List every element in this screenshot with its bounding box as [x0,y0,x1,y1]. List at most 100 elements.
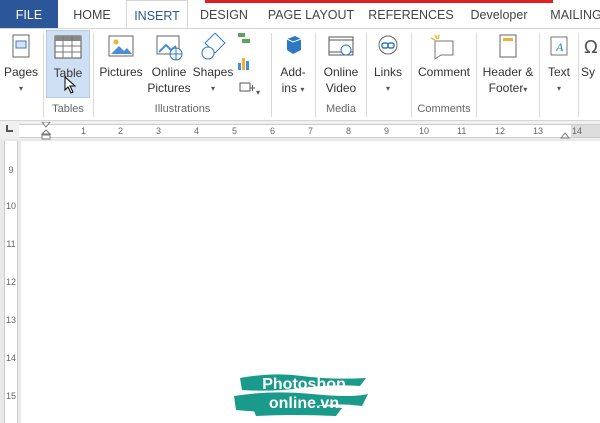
tab-references[interactable]: REFERENCES [368,0,454,28]
header-footer-label-1: Header & [482,65,534,79]
chart-icon [238,58,249,70]
shapes-icon [201,32,226,60]
ruler-tick: 10 [5,201,16,211]
group-label-illustrations: Illustrations [154,103,211,115]
comment-label: Comment [417,65,470,79]
table-button[interactable]: Table [46,30,90,98]
separator [578,33,579,117]
smartart-button[interactable] [236,31,252,49]
tab-design[interactable]: DESIGN [195,0,253,28]
separator [366,33,367,117]
tab-home[interactable]: HOME [62,0,122,28]
ruler-tick: 9 [8,165,14,175]
smartart-icon [238,33,250,43]
header-footer-label-2: Footer▾ [479,80,537,98]
ruler-tick: 15 [5,391,16,401]
shapes-button[interactable]: Shapes ▾ [192,31,234,101]
chevron-down-icon: ▾ [523,85,528,94]
logo-line-1: Photoshop [262,376,346,393]
group-label-tables: Tables [52,103,84,115]
ruler-tick: 13 [533,126,544,136]
vertical-ruler[interactable]: 9 10 11 12 13 14 15 [4,141,18,423]
ruler-tick: 5 [232,126,238,136]
add-ins-button[interactable]: Add- ins ▾ [274,31,312,101]
header-footer-icon [499,34,517,58]
horizontal-ruler[interactable]: 1 2 3 4 5 6 7 8 9 10 11 12 13 14 [19,121,600,140]
pages-button[interactable]: Pages ▾ [2,31,40,97]
store-icon [286,36,302,54]
ruler-tick: 2 [118,126,124,136]
table-icon [54,35,82,59]
online-pictures-label-1: Online [151,65,187,79]
tab-insert[interactable]: INSERT [126,0,188,28]
header-footer-label-2-text: Footer [488,81,524,95]
add-ins-label-2-text: ins [281,81,297,95]
ruler-tick: 4 [194,126,200,136]
photoshop-online-logo: Photoshop online.vn [232,372,370,418]
ruler-tick: 10 [419,126,430,136]
chevron-down-icon: ▾ [18,84,23,93]
pages-icon [12,34,30,58]
accent-line [205,0,553,3]
group-label-media: Media [326,103,356,115]
video-icon [328,36,354,56]
pictures-label: Pictures [99,65,143,79]
symbols-button[interactable]: Ω Sy [581,31,600,95]
text-box-icon: A [550,36,568,56]
text-label: Text [547,65,570,79]
separator [93,33,94,117]
chevron-down-icon: ▾ [385,84,390,93]
separator [476,33,477,117]
comment-icon [430,34,454,60]
tab-file[interactable]: FILE [0,0,58,28]
links-button[interactable]: Links ▾ [369,31,407,95]
ribbon-tab-bar: FILE HOME INSERT DESIGN PAGE LAYOUT REFE… [0,0,600,29]
ruler-tick: 13 [5,315,16,325]
separator [539,33,540,117]
right-indent-marker-icon[interactable] [559,128,571,139]
add-ins-label-1: Add- [280,65,306,79]
logo-line-2: online.vn [268,395,340,412]
screenshot-button[interactable]: ▾ [234,79,264,97]
screenshot-icon [239,82,255,92]
online-video-label-1: Online [323,65,359,79]
mouse-cursor-icon [64,76,77,94]
comment-button[interactable]: Comment [414,31,474,87]
ruler-tick: 8 [346,126,352,136]
ruler-tick: 6 [270,126,276,136]
ruler-tick: 12 [495,126,506,136]
ruler-tick: 1 [81,126,87,136]
ruler-tick: 14 [5,353,16,363]
insert-ribbon: Pages ▾ Table Tables Pictures Online Pic… [0,29,600,121]
ruler-tick: 3 [156,126,162,136]
pictures-button[interactable]: Pictures [98,31,144,87]
links-label: Links [373,65,402,79]
svg-text:Ω: Ω [584,37,598,58]
ruler-tick: 9 [384,126,390,136]
header-footer-button[interactable]: Header & Footer▾ [479,31,537,101]
separator [271,33,272,117]
chevron-down-icon: ▾ [210,84,215,93]
add-ins-label-2: ins ▾ [274,80,312,98]
tab-developer[interactable]: Developer [465,0,533,28]
chart-button[interactable] [236,55,252,73]
online-pictures-button[interactable]: Online Pictures [146,31,192,101]
group-label-comments: Comments [417,103,471,115]
indent-marker-icon[interactable] [40,121,52,140]
tab-page-layout[interactable]: PAGE LAYOUT [262,0,360,28]
ruler-tick: 11 [457,126,467,136]
chevron-down-icon: ▾ [556,84,561,93]
ruler-tick: 12 [5,277,16,287]
ruler-tick: 14 [572,126,583,136]
symbols-label: Sy [581,65,596,79]
online-picture-icon [156,35,183,61]
tab-selector-icon[interactable] [6,125,13,132]
online-video-button[interactable]: Online Video [318,31,364,101]
tab-mailings[interactable]: MAILING [546,0,600,28]
svg-text:A: A [555,40,564,54]
pages-label: Pages [3,65,39,79]
chevron-down-icon: ▾ [255,88,260,97]
ruler-tick: 11 [6,239,16,249]
picture-icon [108,35,134,57]
text-button[interactable]: A Text ▾ [542,31,576,95]
